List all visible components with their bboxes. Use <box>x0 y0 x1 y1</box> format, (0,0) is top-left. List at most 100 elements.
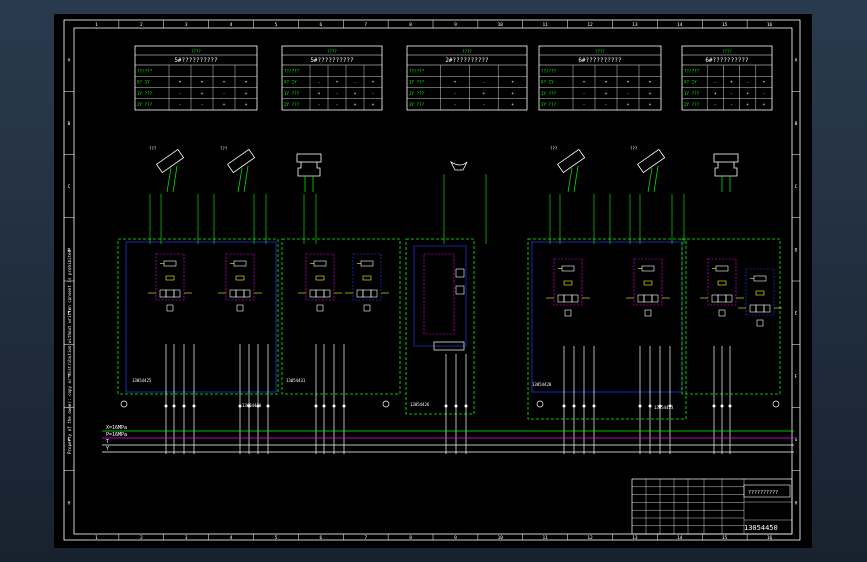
cad-viewport[interactable]: 1 1 2 2 3 3 4 4 5 5 6 6 7 7 8 8 9 9 10 10 11 11 12 12 13 13 14 14 15… <box>0 0 867 562</box>
row-label-left: C <box>68 184 71 190</box>
table-cell: + <box>649 102 652 107</box>
outer-frame <box>63 19 801 541</box>
table-cell: ??/??? <box>284 68 300 73</box>
valve-logic-tables: ???? 5#?????????? ??/??? X? 1Y + + + +1Y ??? - + -… <box>134 45 773 111</box>
dirvalve-left <box>229 289 237 298</box>
cylinder-body <box>557 148 586 174</box>
row-label-left: H <box>68 500 71 506</box>
table-cell: - <box>730 102 733 107</box>
block-outline <box>125 241 277 393</box>
junction-dot <box>266 404 270 408</box>
table-cell: + <box>454 80 457 85</box>
table-cell: + <box>763 80 766 85</box>
valve-stack <box>700 258 744 317</box>
table-cell: + <box>583 80 586 85</box>
junction-dot <box>172 404 176 408</box>
table-cell: X? 1Y <box>137 80 150 85</box>
column-label-top: 5 <box>275 22 278 28</box>
column-label-top: 14 <box>677 22 683 28</box>
relief-valve <box>755 290 765 296</box>
row-label-right: D <box>795 247 798 253</box>
table-cell: + <box>746 102 749 107</box>
hydraulic-schematic: 1122334455667788991010111112121313141415… <box>63 19 801 541</box>
column-label-bottom: 2 <box>140 535 143 541</box>
table-cell: + <box>605 91 608 96</box>
table-cell: + <box>201 91 204 96</box>
manifold-outline <box>281 238 401 395</box>
bus-label-t: T <box>106 439 109 445</box>
column-label-top: 6 <box>319 22 322 28</box>
throttle-valve <box>718 309 726 317</box>
junction-dot <box>314 404 318 408</box>
throttle-valve <box>236 304 244 312</box>
table-cell: - <box>714 80 717 85</box>
relief-valve <box>455 285 465 295</box>
title-block: ?????????? 13054450 <box>631 478 793 535</box>
throttle-valve <box>316 304 324 312</box>
motor-body <box>297 162 321 177</box>
junction-dot <box>712 404 716 408</box>
dirvalve-left <box>159 289 167 298</box>
block-outline <box>413 245 467 347</box>
actuator-hose <box>172 165 178 193</box>
dirvalve-left <box>749 304 757 313</box>
logic-table-frame <box>281 45 383 111</box>
gauge-icon <box>120 400 128 408</box>
check-valve <box>715 265 729 272</box>
throttle-valve <box>756 319 764 327</box>
table-cell: - <box>354 80 357 85</box>
column-label-bottom: 8 <box>409 535 412 541</box>
logic-table-title: 6#?????????? <box>578 57 622 64</box>
relief-valve <box>717 280 727 286</box>
valve-stack <box>546 258 590 317</box>
drawing-number: 13054450 <box>744 524 778 532</box>
motor-actuator <box>296 153 322 192</box>
table-cell: 2Y ??? <box>684 102 700 107</box>
table-cell: - <box>763 91 766 96</box>
table-cell: + <box>627 102 630 107</box>
dirvalve-center <box>235 289 245 298</box>
manifold-label: 13054423 <box>654 405 674 410</box>
check-valve <box>233 260 247 267</box>
pressure-bus: X=16MPa P=16MPa T Y <box>102 425 794 453</box>
check-valve <box>313 260 327 267</box>
dirvalve-left <box>637 294 645 303</box>
dirvalve-right <box>323 289 331 298</box>
column-label-top: 15 <box>722 22 728 28</box>
table-cell: - <box>746 80 749 85</box>
gauge-icon <box>772 400 780 408</box>
table-cell: + <box>245 80 248 85</box>
throttle-valve <box>166 304 174 312</box>
column-label-top: 11 <box>542 22 548 28</box>
cylinder-body <box>637 148 666 174</box>
table-cell: - <box>627 91 630 96</box>
cylinder-actuator: ??? <box>630 146 666 193</box>
table-cell: 1Y ??? <box>541 91 557 96</box>
manifold-label: 13054430 <box>242 403 262 408</box>
table-cell: 2Y ??? <box>284 102 300 107</box>
row-label-right: C <box>795 184 798 190</box>
throttle-valve <box>564 309 572 317</box>
row-label-right: F <box>795 374 798 380</box>
table-cell: - <box>605 102 608 107</box>
junction-dot <box>322 404 326 408</box>
manifold-label: 13054428 <box>532 382 552 387</box>
actuator-hose <box>166 167 172 193</box>
actuator-hose <box>567 167 573 193</box>
valve-stack <box>345 253 389 312</box>
manifold-label: 13054425 <box>132 378 152 383</box>
relief-valve <box>643 280 653 286</box>
valve-stack <box>738 268 782 327</box>
column-label-bottom: 3 <box>185 535 188 541</box>
logic-table-title: 6#?????????? <box>705 57 749 64</box>
logic-table: ???? 5#?????????? ??/??? X? 1Y + + + +1Y ??? - + -… <box>134 45 258 111</box>
table-cell: + <box>318 91 321 96</box>
table-cell: - <box>454 91 457 96</box>
column-label-bottom: 9 <box>454 535 457 541</box>
table-cell: + <box>179 80 182 85</box>
junction-dot <box>638 404 642 408</box>
dirvalve-center <box>755 304 765 313</box>
table-cell: + <box>746 91 749 96</box>
actuator-tag: ??? <box>630 146 638 151</box>
bus-label-x: X=16MPa <box>106 425 127 431</box>
